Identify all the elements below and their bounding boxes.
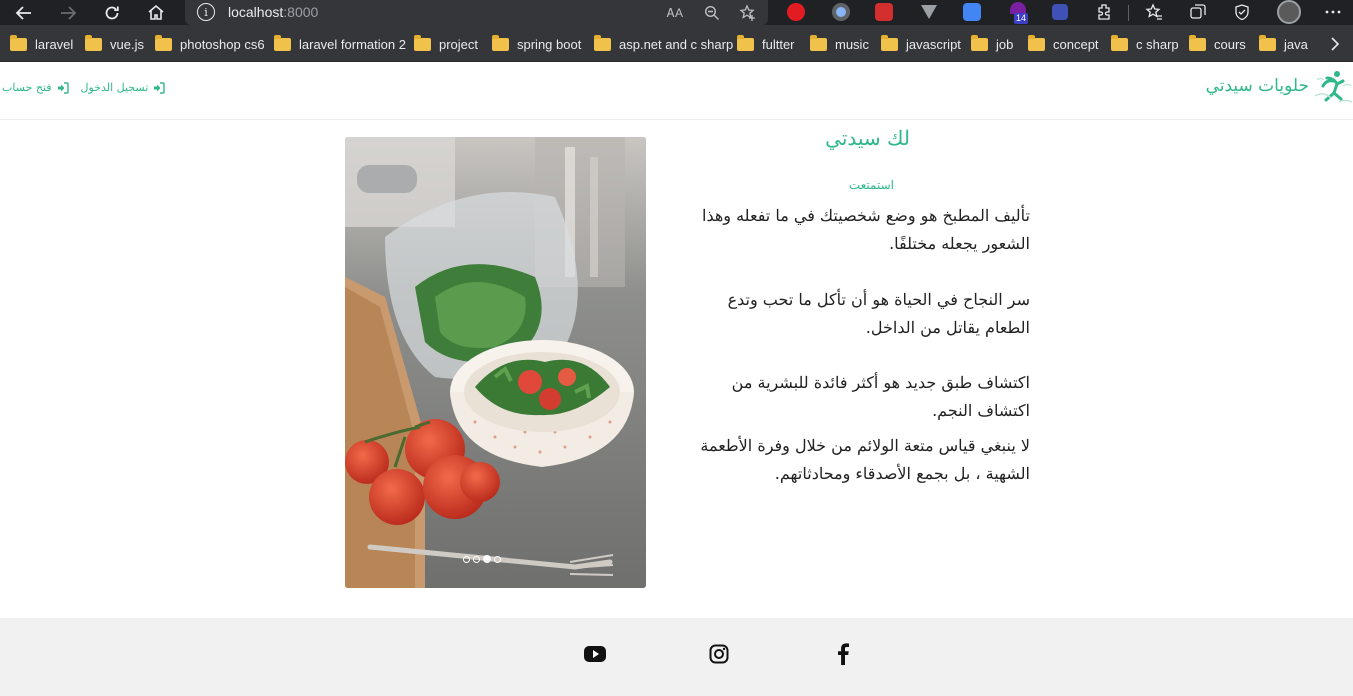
read-aloud-icon[interactable]: ᎪA: [665, 3, 685, 23]
info-icon[interactable]: i: [197, 3, 215, 21]
bookmark-folder[interactable]: music: [810, 34, 869, 53]
folder-icon: [737, 34, 754, 51]
section-subtitle: استمتعت: [848, 178, 894, 192]
folder-icon: [1111, 34, 1128, 51]
browser-essentials-icon[interactable]: [1233, 3, 1253, 23]
menu-icon[interactable]: [1324, 3, 1344, 23]
bookmark-folder[interactable]: project: [414, 34, 478, 53]
quote-paragraph: سر النجاح في الحياة هو أن تأكل ما تحب وت…: [727, 290, 1030, 337]
carousel-dot[interactable]: [494, 555, 501, 563]
facebook-icon[interactable]: [831, 642, 855, 666]
extension-red-icon[interactable]: [787, 3, 805, 21]
auth-links: تسجيل الدخول فتح حساب: [2, 81, 165, 94]
folder-icon: [594, 34, 611, 51]
bookmark-folder[interactable]: cours: [1189, 34, 1246, 53]
address-bar[interactable]: i localhost:8000 ᎪA: [185, 0, 768, 25]
browser-toolbar: i localhost:8000 ᎪA 14: [0, 0, 1353, 25]
bookmark-folder[interactable]: laravel: [10, 34, 73, 53]
instagram-icon[interactable]: [707, 642, 731, 666]
bookmark-folder[interactable]: spring boot: [492, 34, 581, 53]
carousel-dot-active[interactable]: [483, 555, 491, 563]
salad-photo: [345, 137, 646, 588]
extension-badge-count: 14: [1014, 13, 1029, 24]
bookmark-folder[interactable]: vue.js: [85, 34, 144, 53]
forward-icon[interactable]: [53, 0, 83, 25]
image-carousel[interactable]: [345, 137, 646, 588]
reload-icon[interactable]: [97, 0, 127, 25]
register-label: فتح حساب: [2, 81, 52, 94]
bookmark-folder[interactable]: laravel formation 2: [274, 34, 406, 53]
bookmark-folder[interactable]: c sharp: [1111, 34, 1179, 53]
carousel-dot[interactable]: [463, 555, 470, 563]
quote-paragraph: لا ينبغي قياس متعة الولائم من خلال وفرة …: [700, 436, 1030, 483]
brand-name: حلويات سيدتي: [1205, 76, 1309, 96]
folder-icon: [414, 34, 431, 51]
back-icon[interactable]: [9, 0, 39, 25]
bookmarks-bar: laravel vue.js photoshop cs6 laravel for…: [0, 25, 1353, 62]
collections-icon[interactable]: [1189, 3, 1209, 23]
folder-icon: [1259, 34, 1276, 51]
extension-circle-icon[interactable]: [832, 3, 850, 21]
folder-icon: [971, 34, 988, 51]
sign-in-icon: [57, 81, 69, 94]
home-icon[interactable]: [141, 0, 171, 25]
bookmark-folder[interactable]: job: [971, 34, 1013, 53]
folder-icon: [10, 34, 27, 51]
folder-icon: [810, 34, 827, 51]
zoom-out-icon[interactable]: [702, 3, 722, 23]
bookmark-folder[interactable]: javascript: [881, 34, 961, 53]
sign-in-icon: [154, 81, 165, 94]
youtube-icon[interactable]: [583, 642, 607, 666]
profile-avatar[interactable]: [1277, 0, 1301, 24]
address-text[interactable]: localhost:8000: [228, 4, 318, 20]
brand[interactable]: حلويات سيدتي: [1206, 66, 1353, 106]
folder-icon: [881, 34, 898, 51]
register-link[interactable]: فتح حساب: [2, 81, 69, 94]
bookmark-folder[interactable]: photoshop cs6: [155, 34, 265, 53]
carousel-indicators: [463, 555, 501, 563]
extension-blue-icon[interactable]: [1052, 4, 1068, 20]
add-favorite-icon[interactable]: [738, 3, 758, 23]
bookmark-folder[interactable]: java: [1259, 34, 1308, 53]
folder-icon: [155, 34, 172, 51]
folder-icon: [1028, 34, 1045, 51]
folder-icon: [492, 34, 509, 51]
folder-icon: [85, 34, 102, 51]
extension-square-icon[interactable]: [875, 3, 893, 21]
extension-translate-icon[interactable]: [963, 3, 981, 21]
brand-logo-icon: [1314, 71, 1353, 103]
folder-icon: [274, 34, 291, 51]
site-footer: [0, 618, 1353, 696]
bookmark-folder[interactable]: asp.net and c sharp: [594, 34, 733, 53]
toolbar-divider: [1128, 5, 1129, 21]
carousel-dot[interactable]: [473, 555, 480, 563]
folder-icon: [1189, 34, 1206, 51]
login-link[interactable]: تسجيل الدخول: [81, 81, 166, 94]
login-label: تسجيل الدخول: [80, 81, 149, 94]
quote-paragraph: تأليف المطبخ هو وضع شخصيتك في ما تفعله و…: [702, 206, 1030, 253]
extension-triangle-icon[interactable]: [920, 4, 940, 24]
bookmark-folder[interactable]: concept: [1028, 34, 1099, 53]
extensions-icon[interactable]: [1095, 3, 1115, 23]
chevron-right-icon[interactable]: [1330, 35, 1340, 53]
section-title: لك سيدتي: [825, 126, 910, 150]
extension-badge-icon[interactable]: 14: [1008, 2, 1030, 24]
favorites-icon[interactable]: [1145, 3, 1165, 23]
quote-paragraph: اكتشاف طبق جديد هو أكثر فائدة للبشرية من…: [731, 373, 1030, 420]
site-header: حلويات سيدتي تسجيل الدخول فتح حساب: [0, 62, 1353, 120]
bookmark-folder[interactable]: fultter: [737, 34, 795, 53]
